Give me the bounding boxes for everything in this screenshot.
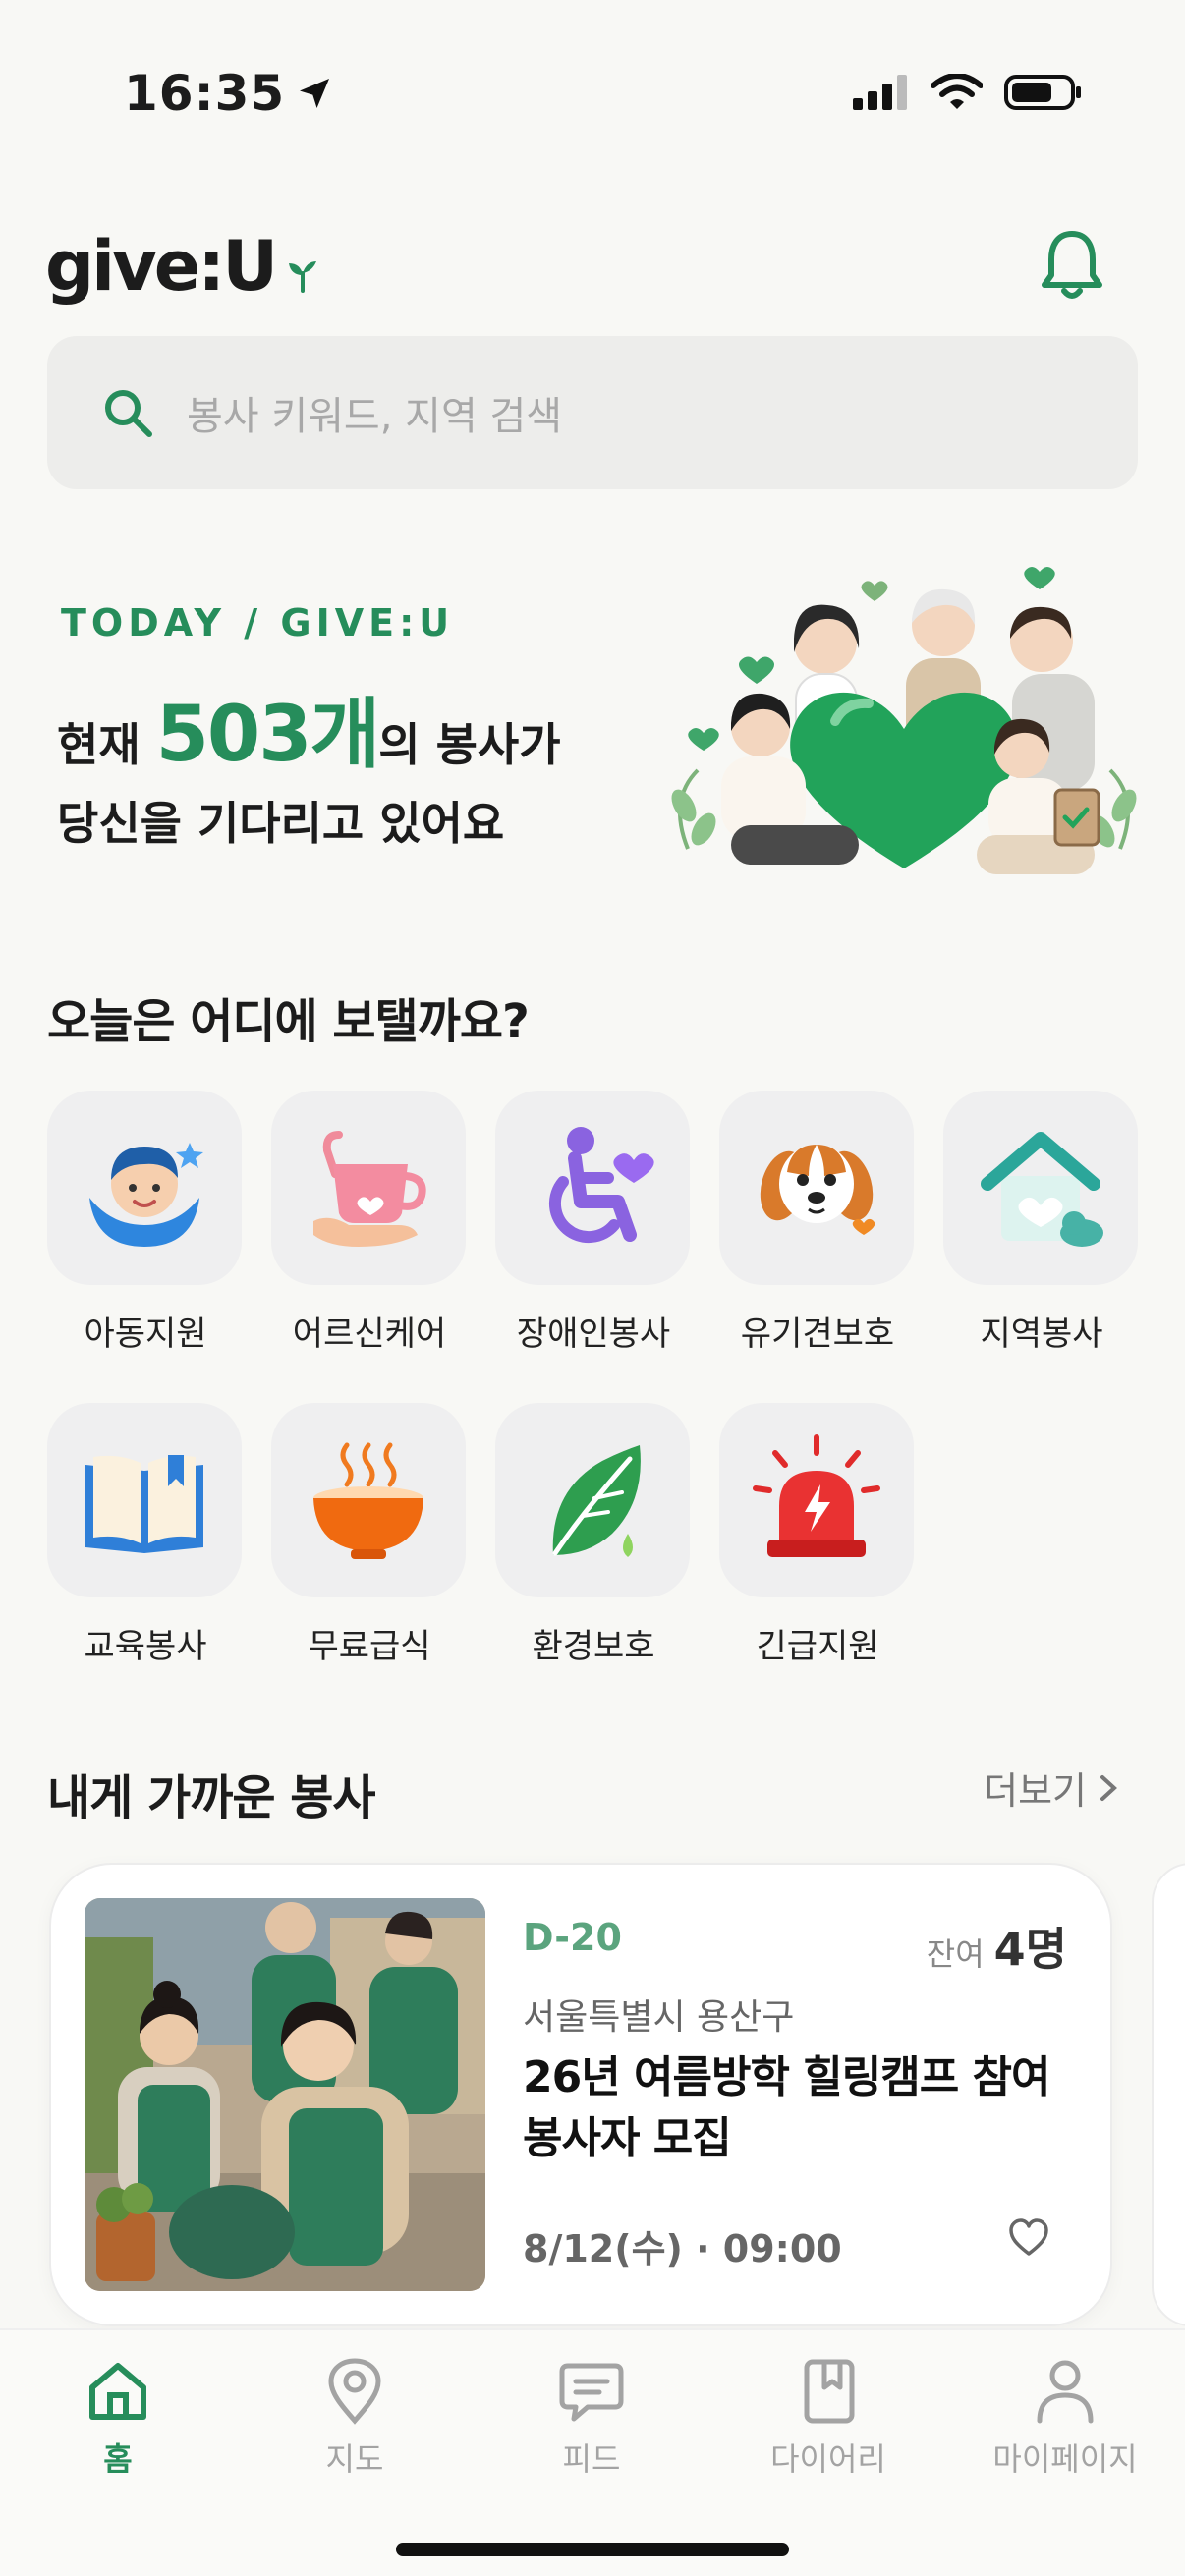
category-tile — [495, 1091, 690, 1285]
hero-illustration — [671, 566, 1137, 874]
tab-label: 피드 — [562, 2440, 621, 2478]
tab-map[interactable]: 지도 — [256, 2358, 453, 2480]
category-tile — [47, 1403, 242, 1597]
category-education[interactable]: 교육봉사 — [47, 1403, 244, 1667]
category-free-meals[interactable]: 무료급식 — [271, 1403, 468, 1667]
category-label: 유기견보호 — [740, 1315, 895, 1354]
category-label: 어르신케어 — [292, 1315, 447, 1354]
category-community[interactable]: 지역봉사 — [943, 1091, 1140, 1355]
tea-cup-icon — [313, 1131, 426, 1247]
home-icon — [89, 2363, 146, 2420]
category-label: 무료급식 — [308, 1627, 431, 1666]
category-elder-care[interactable]: 어르신케어 — [271, 1091, 468, 1355]
see-more-label: 더보기 — [984, 1769, 1087, 1813]
category-tile — [495, 1403, 690, 1597]
hero-headline: 현재 503개의 봉사가 당신을 기다리고 있어요 — [57, 696, 561, 863]
siren-icon — [753, 1434, 880, 1557]
status-bar-time: 16:35 — [124, 65, 334, 122]
tab-mypage[interactable]: 마이페이지 — [967, 2358, 1163, 2480]
leaf-icon — [552, 1445, 641, 1557]
card-title: 26년 여름방학 힐링캠프 참여 봉사자 모집 — [523, 2052, 1050, 2163]
category-emergency[interactable]: 긴급지원 — [719, 1403, 916, 1667]
battery-icon — [1004, 75, 1081, 110]
tab-label: 홈 — [103, 2440, 133, 2478]
category-label: 아동지원 — [84, 1315, 207, 1354]
bowl-icon — [313, 1442, 423, 1559]
tab-home[interactable]: 홈 — [20, 2358, 216, 2480]
category-tile — [943, 1091, 1138, 1285]
see-more-link[interactable]: 더보기 — [984, 1761, 1118, 1815]
person-icon — [1037, 2360, 1094, 2424]
category-tile — [271, 1091, 466, 1285]
remaining-count: 4명 — [993, 1923, 1067, 1976]
category-label: 긴급지원 — [756, 1627, 879, 1666]
category-child-support[interactable]: 아동지원 — [47, 1091, 244, 1355]
notification-bell-icon[interactable] — [1040, 228, 1104, 301]
tab-label: 마이페이지 — [992, 2440, 1138, 2478]
hero-eyebrow: TODAY / GIVE:U — [61, 601, 455, 644]
card-location: 서울특별시 용산구 — [523, 1997, 795, 2038]
bottom-tab-bar: 홈 지도 피드 다이어리 마이페이지 — [0, 2328, 1185, 2576]
category-environment[interactable]: 환경보호 — [495, 1403, 692, 1667]
tab-diary[interactable]: 다이어리 — [730, 2358, 927, 2480]
category-tile — [271, 1403, 466, 1597]
hero-prefix: 현재 — [57, 718, 156, 771]
favorite-heart-icon[interactable] — [1008, 2218, 1049, 2258]
child-icon — [89, 1143, 203, 1247]
card-date: 8/12(수) · 09:00 — [523, 2227, 842, 2270]
map-pin-icon — [328, 2358, 381, 2425]
next-card-peek[interactable] — [1152, 1863, 1185, 2326]
category-label: 환경보호 — [532, 1627, 655, 1666]
logo-text: give:U — [45, 226, 278, 307]
chat-bubble-icon — [559, 2363, 624, 2422]
category-label: 교육봉사 — [84, 1627, 207, 1666]
d-day-badge: D-20 — [523, 1916, 622, 1959]
category-dog-rescue[interactable]: 유기견보호 — [719, 1091, 916, 1355]
remaining-slots: 잔여 4명 — [927, 1914, 1067, 1979]
puppy-icon — [760, 1145, 875, 1235]
hero-count: 503개 — [155, 691, 381, 779]
search-icon — [105, 390, 152, 437]
status-bar-indicators — [853, 73, 1083, 112]
app-logo[interactable]: give:U — [45, 226, 320, 307]
clock-label: 16:35 — [124, 65, 286, 122]
volunteer-card[interactable]: D-20 잔여 4명 서울특별시 용산구 26년 여름방학 힐링캠프 참여 봉사… — [49, 1863, 1112, 2326]
sprout-icon — [289, 261, 317, 293]
chevron-right-icon — [1100, 1774, 1117, 1801]
category-tile — [719, 1403, 914, 1597]
tab-feed[interactable]: 피드 — [493, 2358, 690, 2480]
nearby-title: 내게 가까운 봉사 — [47, 1770, 376, 1825]
cellular-signal-icon — [853, 75, 907, 110]
search-placeholder: 봉사 키워드, 지역 검색 — [187, 394, 563, 439]
diary-icon — [804, 2359, 855, 2424]
category-tile — [47, 1091, 242, 1285]
tab-label: 지도 — [325, 2440, 384, 2478]
category-tile — [719, 1091, 914, 1285]
volunteer-photo — [85, 1898, 485, 2291]
category-label: 장애인봉사 — [516, 1315, 671, 1354]
category-label: 지역봉사 — [980, 1315, 1103, 1354]
tab-label: 다이어리 — [770, 2440, 886, 2478]
category-disability[interactable]: 장애인봉사 — [495, 1091, 692, 1355]
wifi-icon — [931, 74, 983, 109]
categories-title: 오늘은 어디에 보탤까요? — [47, 994, 530, 1049]
home-indicator[interactable] — [396, 2543, 789, 2556]
book-icon — [85, 1455, 203, 1553]
hero-line2: 당신을 기다리고 있어요 — [57, 797, 505, 850]
hero-suffix: 의 봉사가 — [378, 718, 561, 771]
search-bar[interactable]: 봉사 키워드, 지역 검색 — [47, 336, 1138, 489]
location-arrow-icon — [300, 79, 330, 108]
wheelchair-icon — [548, 1127, 654, 1244]
house-icon — [981, 1132, 1103, 1247]
remaining-label: 잔여 — [926, 1935, 985, 1973]
